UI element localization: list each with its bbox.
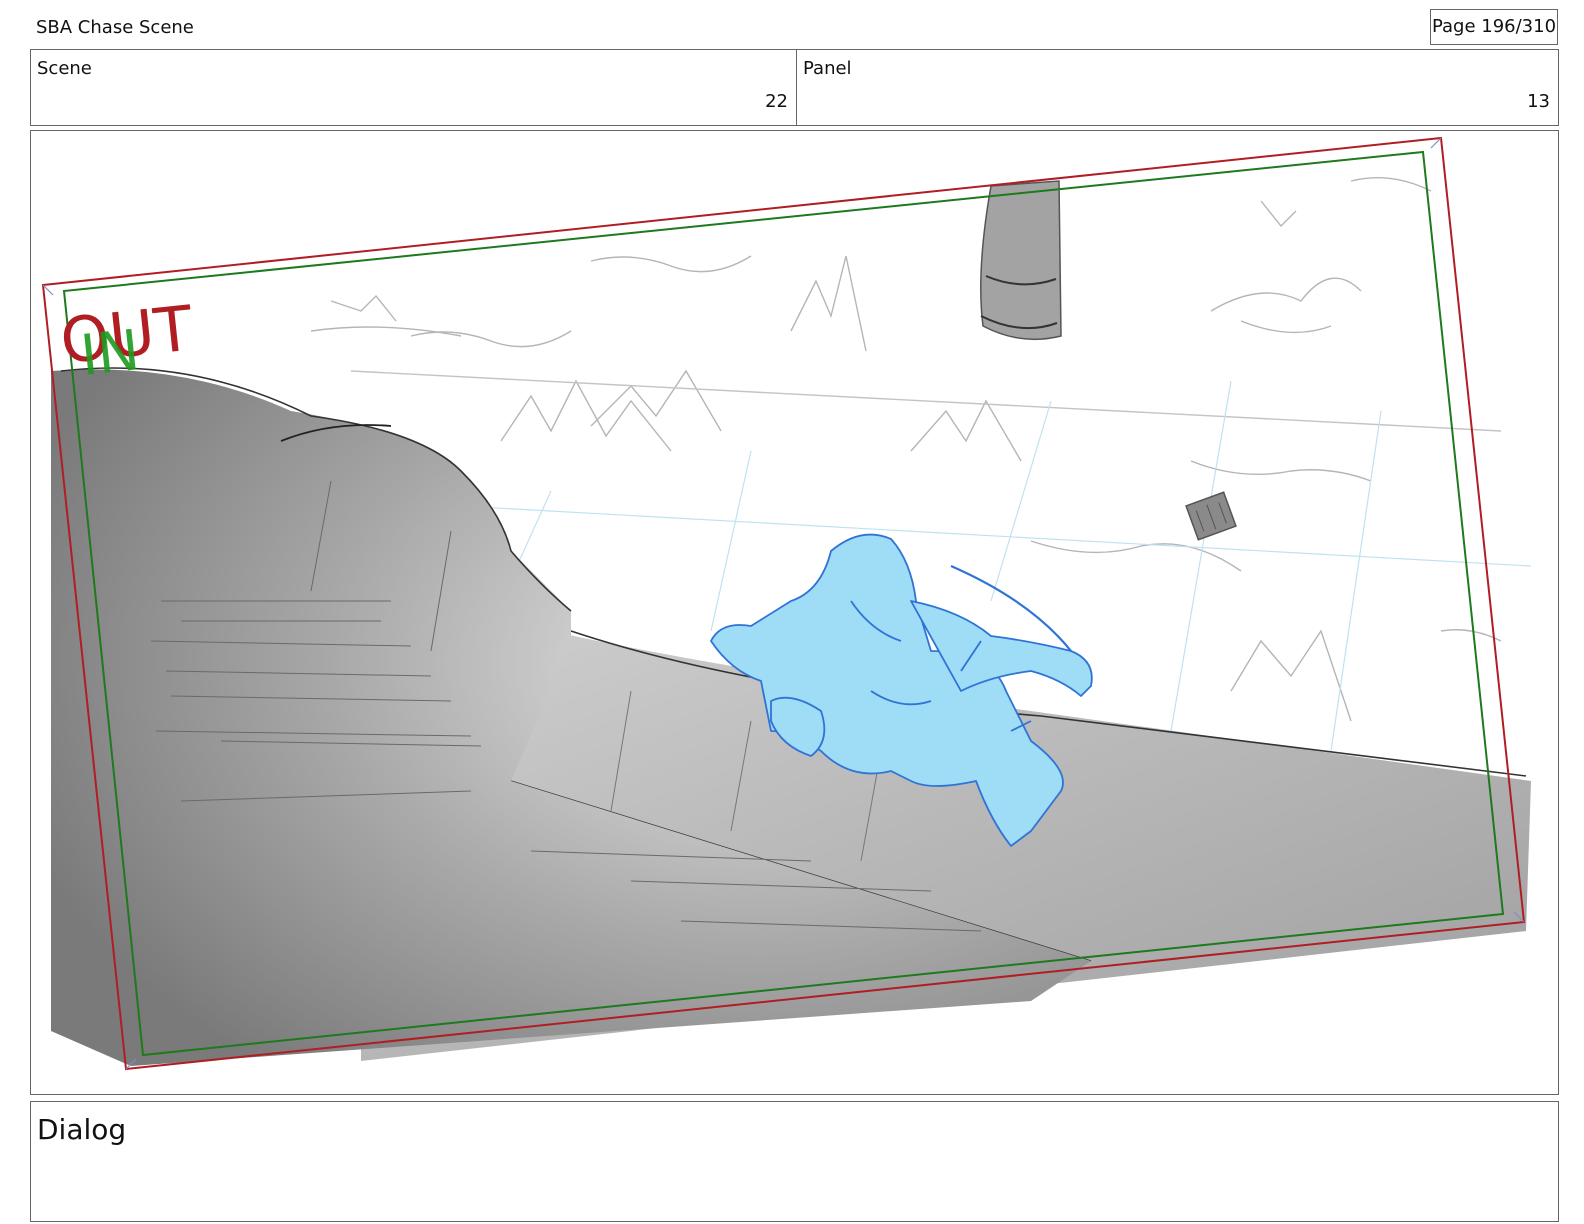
dialog-label: Dialog [37, 1113, 127, 1146]
panel-cell: Panel 13 [797, 50, 1558, 125]
panel-label: Panel [803, 58, 852, 79]
in-frame-label: IN [78, 318, 143, 389]
storyboard-frame: OUT IN [30, 130, 1559, 1095]
scene-cell: Scene 22 [31, 50, 797, 125]
scene-label: Scene [37, 58, 92, 79]
page-number: Page 196/310 [1430, 9, 1558, 45]
panel-number: 13 [1527, 91, 1550, 112]
document-title: SBA Chase Scene [36, 17, 194, 38]
dialog-box: Dialog [30, 1101, 1559, 1222]
crate [1185, 491, 1237, 541]
scene-panel-info: Scene 22 Panel 13 [30, 49, 1559, 126]
scene-number: 22 [765, 91, 788, 112]
rock-pillar [980, 180, 1062, 341]
storyboard-sketch: OUT IN [41, 136, 1532, 1071]
